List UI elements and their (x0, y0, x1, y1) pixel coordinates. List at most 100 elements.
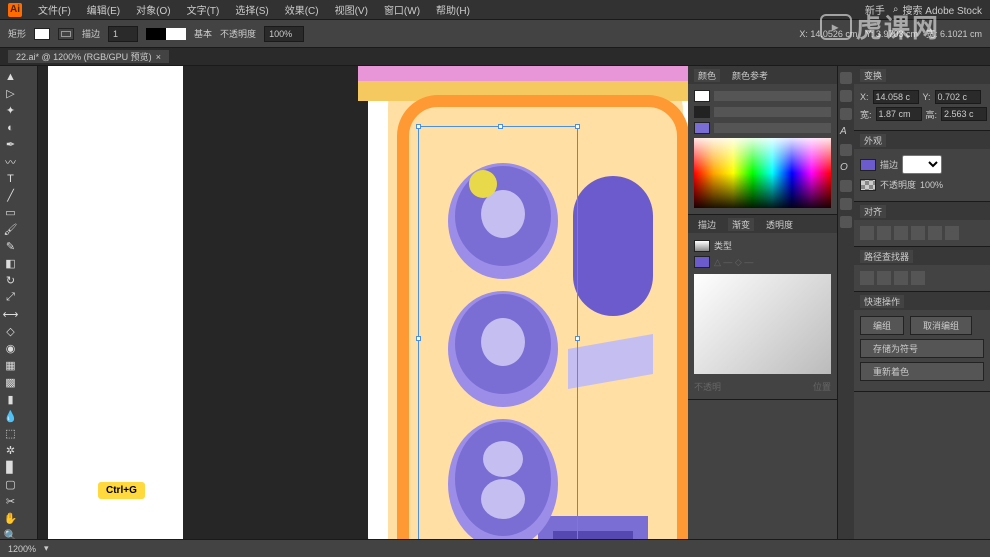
tab-color[interactable]: 颜色 (694, 69, 720, 82)
column-graph-tool[interactable]: ▊ (2, 459, 19, 476)
color-swatch-2[interactable] (694, 106, 710, 118)
color-spectrum[interactable] (694, 138, 831, 208)
menu-file[interactable]: 文件(F) (30, 2, 79, 17)
brushes-icon[interactable] (840, 198, 852, 210)
close-icon[interactable]: × (156, 52, 161, 62)
opacity-input[interactable] (264, 26, 304, 42)
opentype-icon[interactable]: O (840, 162, 852, 174)
selection-bounding-box[interactable] (418, 126, 578, 539)
h-input[interactable] (941, 107, 987, 121)
align-hcenter-icon[interactable] (877, 226, 891, 240)
symbols-icon[interactable] (840, 216, 852, 228)
w-input[interactable] (876, 107, 922, 121)
x-readout: X: 14.0526 cm (799, 29, 857, 39)
tab-color-guide[interactable]: 颜色参考 (728, 69, 772, 82)
align-right-icon[interactable] (894, 226, 908, 240)
lasso-tool[interactable]: ◐ (2, 119, 19, 136)
x-input[interactable] (873, 90, 919, 104)
slice-tool[interactable]: ✂ (2, 493, 19, 510)
swatches-icon[interactable] (840, 180, 852, 192)
width-tool[interactable]: ⟷ (2, 306, 19, 323)
ungroup-button[interactable]: 取消编组 (910, 316, 972, 335)
appearance-fill-swatch[interactable] (860, 159, 876, 171)
rectangle-tool[interactable]: ▭ (2, 204, 19, 221)
save-symbol-button[interactable]: 存储为符号 (860, 339, 984, 358)
menu-select[interactable]: 选择(S) (227, 2, 276, 17)
recolor-button[interactable]: 重新着色 (860, 362, 984, 381)
menu-type[interactable]: 文字(T) (179, 2, 228, 17)
group-button[interactable]: 编组 (860, 316, 904, 335)
align-left-icon[interactable] (860, 226, 874, 240)
stroke-style-preview[interactable] (146, 28, 186, 40)
y-label: Y: (923, 92, 931, 102)
scale-tool[interactable]: ⤢ (2, 289, 19, 306)
shaper-tool[interactable]: ✎ (2, 238, 19, 255)
stroke-swatch[interactable] (58, 28, 74, 40)
align-top-icon[interactable] (911, 226, 925, 240)
canvas[interactable]: Ctrl+G (38, 66, 688, 539)
pathfinder-minus-icon[interactable] (877, 271, 891, 285)
menu-view[interactable]: 视图(V) (327, 2, 376, 17)
color-swatch-3[interactable] (694, 122, 710, 134)
gradient-position-field[interactable]: 位置 (813, 380, 831, 393)
mesh-tool[interactable]: ▩ (2, 374, 19, 391)
layers-icon[interactable] (840, 90, 852, 102)
perspective-tool[interactable]: ▦ (2, 357, 19, 374)
character-icon[interactable]: A (840, 126, 852, 138)
stock-search[interactable]: ⌕ 搜索 Adobe Stock (893, 2, 982, 17)
color-swatch-1[interactable] (694, 90, 710, 102)
magic-wand-tool[interactable]: ✦ (2, 102, 19, 119)
type-tool[interactable]: T (2, 170, 19, 187)
shape-builder-tool[interactable]: ◉ (2, 340, 19, 357)
line-tool[interactable]: ╱ (2, 187, 19, 204)
blend-tool[interactable]: ⬚ (2, 425, 19, 442)
appearance-opacity-swatch[interactable] (860, 179, 876, 191)
gradient-tool[interactable]: ▮ (2, 391, 19, 408)
eraser-tool[interactable]: ◧ (2, 255, 19, 272)
zoom-level[interactable]: 1200% (8, 544, 36, 554)
artboard-tool[interactable]: ▢ (2, 476, 19, 493)
tab-stroke[interactable]: 描边 (694, 218, 720, 231)
align-vcenter-icon[interactable] (928, 226, 942, 240)
paintbrush-tool[interactable]: 🖌 (2, 221, 19, 238)
gradient-preview[interactable] (694, 274, 831, 374)
properties-icon[interactable] (840, 72, 852, 84)
workspace-switcher[interactable]: 新手 (857, 2, 893, 17)
menu-object[interactable]: 对象(O) (128, 2, 178, 17)
gradient-swatch[interactable] (694, 240, 710, 252)
gradient-stop-swatch[interactable] (694, 256, 710, 268)
symbol-sprayer-tool[interactable]: ✲ (2, 442, 19, 459)
appearance-stroke-select[interactable] (902, 155, 942, 174)
appearance-opacity-value: 100% (920, 180, 943, 190)
align-bottom-icon[interactable] (945, 226, 959, 240)
pathfinder-intersect-icon[interactable] (894, 271, 908, 285)
pathfinder-exclude-icon[interactable] (911, 271, 925, 285)
eyedropper-tool[interactable]: 💧 (2, 408, 19, 425)
libraries-icon[interactable] (840, 108, 852, 120)
chevron-down-icon[interactable]: ▾ (44, 543, 49, 554)
hand-tool[interactable]: ✋ (2, 510, 19, 527)
direct-selection-tool[interactable]: ▷ (2, 85, 19, 102)
transform-panel: 变换 X: Y: 宽: 高: (854, 66, 990, 131)
selection-tool[interactable]: ▲ (2, 68, 19, 85)
menu-help[interactable]: 帮助(H) (428, 2, 478, 17)
gradient-panel: 描边 渐变 透明度 类型 △ — ◇ — (688, 215, 837, 400)
pen-tool[interactable]: ✒ (2, 136, 19, 153)
rotate-tool[interactable]: ↻ (2, 272, 19, 289)
w-label: 宽: (860, 108, 872, 121)
menu-edit[interactable]: 编辑(E) (79, 2, 128, 17)
paragraph-icon[interactable] (840, 144, 852, 156)
gradient-opacity-field[interactable]: 不透明 (694, 380, 721, 393)
free-transform-tool[interactable]: ◇ (2, 323, 19, 340)
document-tab[interactable]: 22.ai* @ 1200% (RGB/GPU 预览) × (8, 50, 169, 63)
menu-window[interactable]: 窗口(W) (376, 2, 428, 17)
menu-effect[interactable]: 效果(C) (277, 2, 327, 17)
zoom-tool[interactable]: 🔍 (2, 527, 19, 539)
stroke-weight-input[interactable] (108, 26, 138, 42)
curvature-tool[interactable]: 〰 (2, 153, 19, 170)
tab-transparency[interactable]: 透明度 (762, 218, 797, 231)
y-input[interactable] (935, 90, 981, 104)
fill-swatch[interactable] (34, 28, 50, 40)
pathfinder-unite-icon[interactable] (860, 271, 874, 285)
tab-gradient[interactable]: 渐变 (728, 218, 754, 231)
